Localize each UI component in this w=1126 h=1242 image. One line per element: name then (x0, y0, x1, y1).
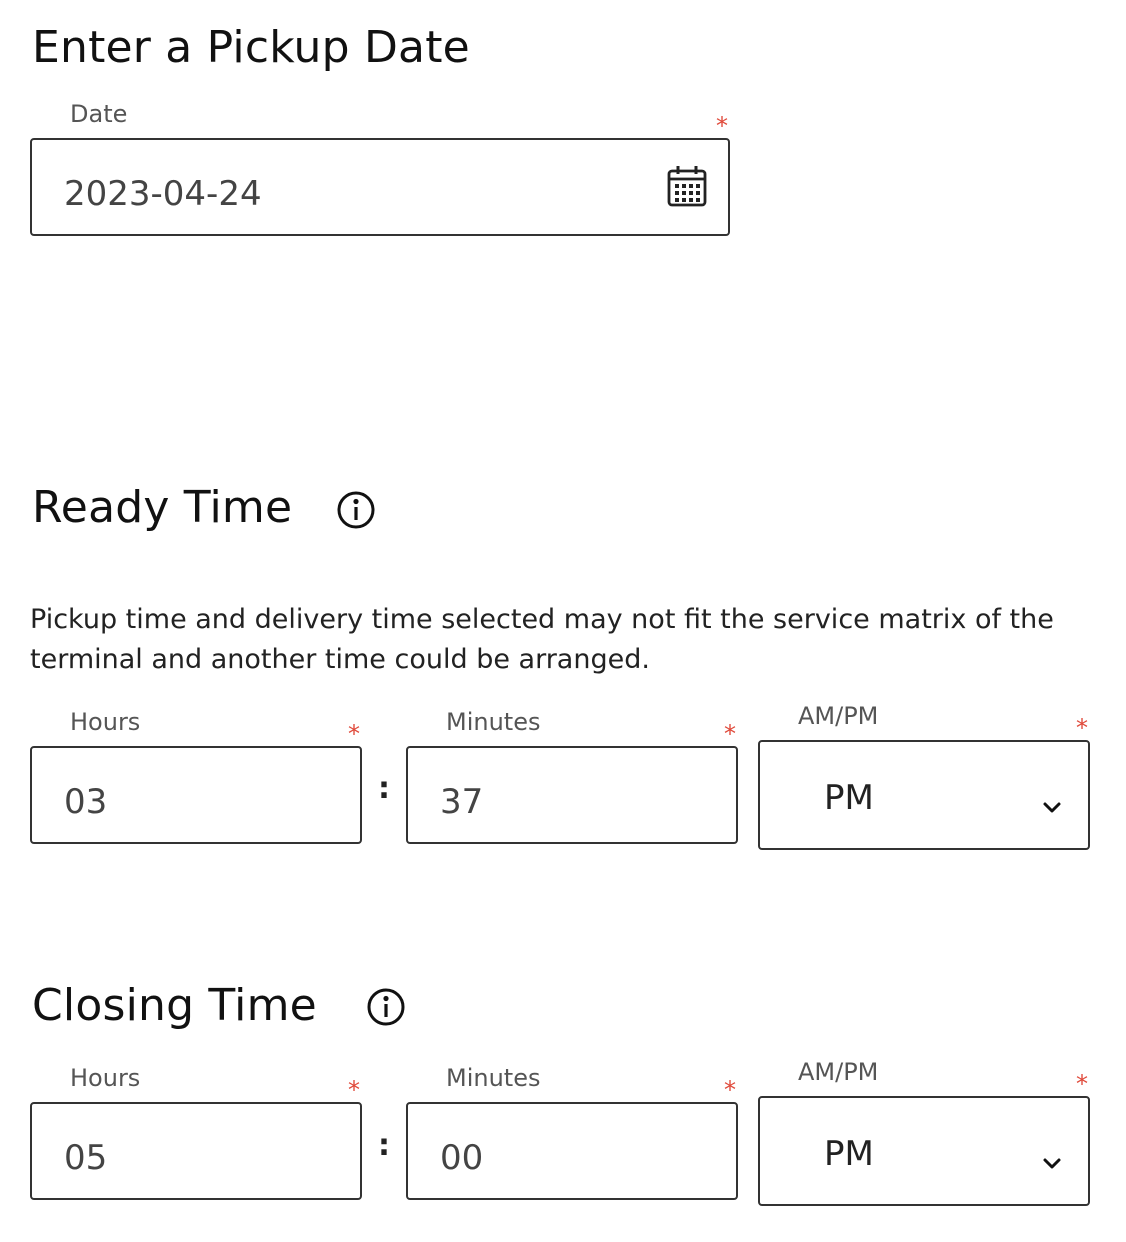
ready-time-info-icon[interactable] (336, 490, 375, 529)
closing-minutes-value: 00 (440, 1138, 484, 1178)
closing-minutes-required-mark: * (724, 1076, 736, 1104)
pickup-date-title: Enter a Pickup Date (32, 22, 470, 73)
ready-ampm-select[interactable]: PM (758, 740, 1090, 850)
chevron-down-icon (1042, 800, 1062, 814)
ready-time-separator: : (378, 771, 390, 806)
ready-minutes-label: Minutes (446, 708, 541, 736)
closing-hours-value: 05 (64, 1138, 108, 1178)
closing-ampm-value: PM (824, 1134, 874, 1174)
ready-minutes-value: 37 (440, 782, 484, 822)
ready-time-title: Ready Time (32, 482, 293, 533)
calendar-icon[interactable] (666, 164, 708, 208)
date-input[interactable]: 2023-04-24 (30, 138, 730, 236)
date-required-mark: * (716, 112, 728, 140)
closing-minutes-input[interactable]: 00 (406, 1102, 738, 1200)
closing-hours-input[interactable]: 05 (30, 1102, 362, 1200)
ready-ampm-label: AM/PM (798, 702, 879, 730)
closing-hours-required-mark: * (348, 1076, 360, 1104)
closing-time-info-icon[interactable] (366, 987, 405, 1026)
closing-minutes-label: Minutes (446, 1064, 541, 1092)
date-label: Date (70, 100, 128, 128)
closing-hours-label: Hours (70, 1064, 141, 1092)
chevron-down-icon (1042, 1156, 1062, 1170)
closing-ampm-select[interactable]: PM (758, 1096, 1090, 1206)
date-value: 2023-04-24 (64, 174, 262, 214)
ready-time-description: Pickup time and delivery time selected m… (30, 604, 1054, 675)
ready-minutes-required-mark: * (724, 720, 736, 748)
closing-ampm-required-mark: * (1076, 1070, 1088, 1098)
ready-hours-label: Hours (70, 708, 141, 736)
closing-time-title: Closing Time (32, 980, 317, 1031)
closing-time-separator: : (378, 1128, 390, 1163)
ready-ampm-required-mark: * (1076, 714, 1088, 742)
closing-ampm-label: AM/PM (798, 1058, 879, 1086)
ready-minutes-input[interactable]: 37 (406, 746, 738, 844)
ready-hours-value: 03 (64, 782, 108, 822)
ready-ampm-value: PM (824, 778, 874, 818)
ready-hours-input[interactable]: 03 (30, 746, 362, 844)
ready-hours-required-mark: * (348, 720, 360, 748)
